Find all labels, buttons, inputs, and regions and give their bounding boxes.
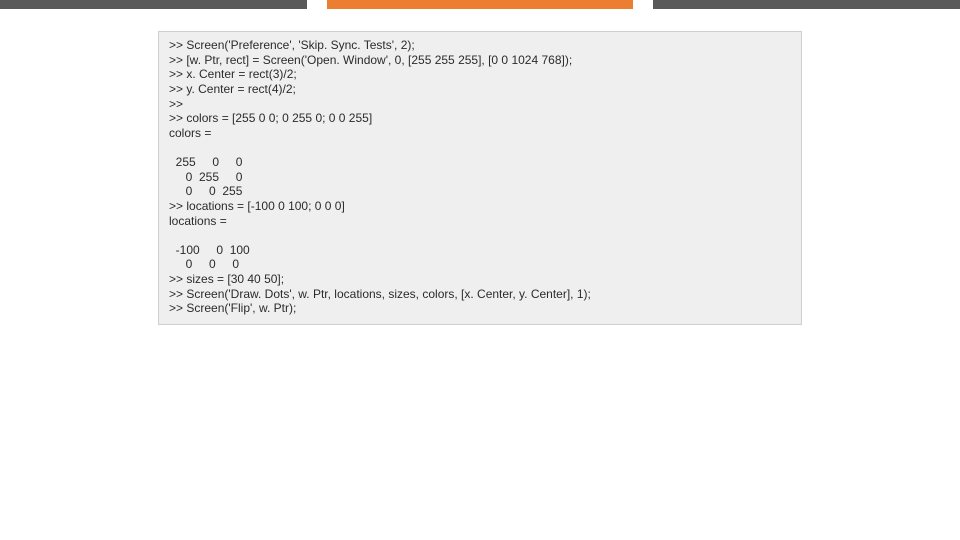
- bar-right: [653, 0, 960, 9]
- code-block: >> Screen('Preference', 'Skip. Sync. Tes…: [158, 31, 802, 325]
- code-line: >> colors = [255 0 0; 0 255 0; 0 0 255]: [169, 111, 372, 125]
- bar-gap: [307, 0, 327, 9]
- bar-gap: [633, 0, 653, 9]
- code-line: locations =: [169, 214, 227, 228]
- bar-left: [0, 0, 307, 9]
- code-line: 0 255 0: [169, 170, 242, 184]
- code-line: colors =: [169, 126, 211, 140]
- bar-mid: [327, 0, 634, 9]
- code-line: >> sizes = [30 40 50];: [169, 272, 284, 286]
- code-line: >> x. Center = rect(3)/2;: [169, 67, 297, 81]
- content-stage: >> Screen('Preference', 'Skip. Sync. Tes…: [0, 9, 960, 325]
- code-line: 0 0 255: [169, 184, 242, 198]
- code-line: >> Screen('Draw. Dots', w. Ptr, location…: [169, 287, 591, 301]
- code-line: >> Screen('Flip', w. Ptr);: [169, 301, 296, 315]
- code-line: >> y. Center = rect(4)/2;: [169, 82, 296, 96]
- code-line: >>: [169, 97, 183, 111]
- header-bars: [0, 0, 960, 9]
- code-line: >> Screen('Preference', 'Skip. Sync. Tes…: [169, 38, 415, 52]
- code-line: >> [w. Ptr, rect] = Screen('Open. Window…: [169, 53, 572, 67]
- code-line: 255 0 0: [169, 155, 242, 169]
- code-line: -100 0 100: [169, 243, 250, 257]
- code-line: >> locations = [-100 0 100; 0 0 0]: [169, 199, 345, 213]
- code-line: 0 0 0: [169, 257, 239, 271]
